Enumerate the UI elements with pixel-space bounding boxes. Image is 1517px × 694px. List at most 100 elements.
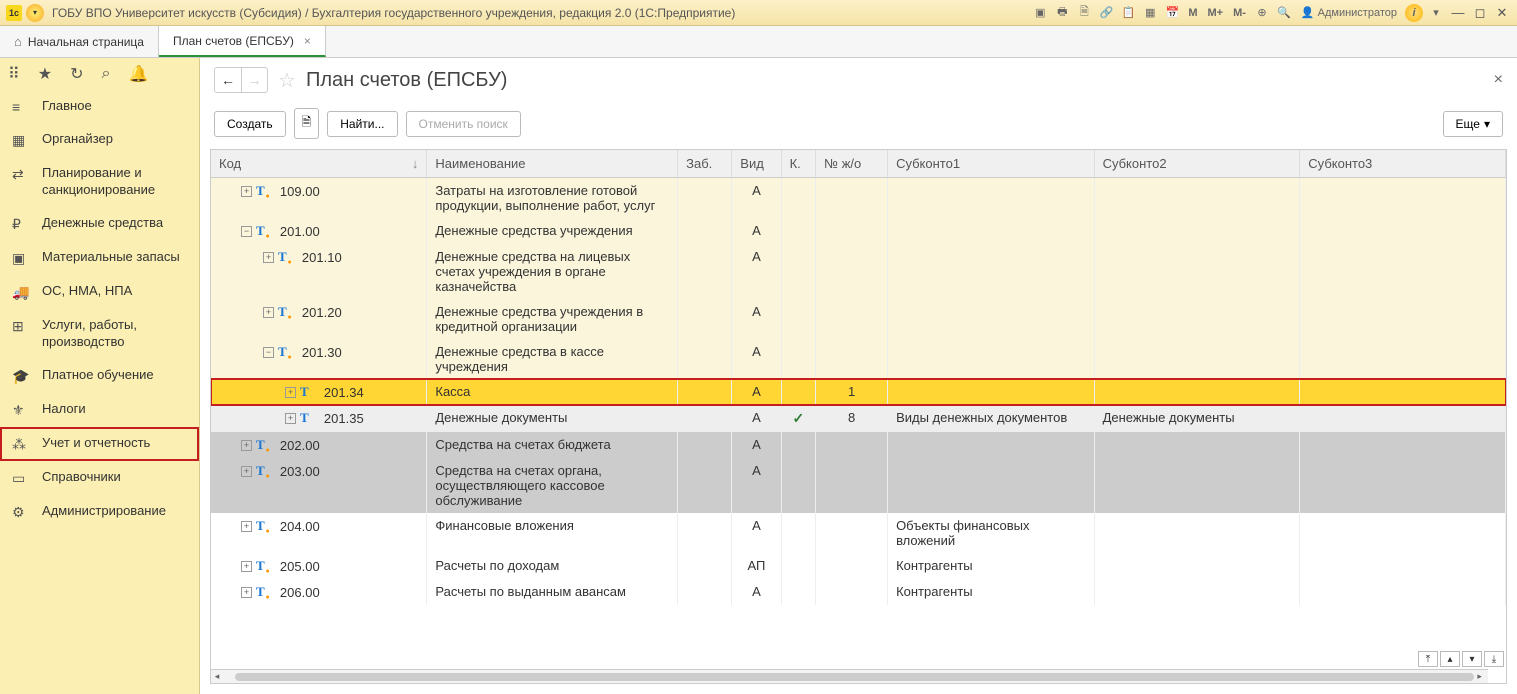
copy-button[interactable]: 🗎: [294, 108, 320, 139]
cell-sub3: [1300, 458, 1506, 513]
notifications-icon[interactable]: 🔔: [128, 64, 148, 84]
check-icon: ✓: [793, 410, 805, 426]
col-zho[interactable]: № ж/о: [816, 150, 888, 178]
col-k[interactable]: К.: [781, 150, 816, 178]
calculator-icon[interactable]: ▦: [1141, 4, 1159, 22]
nav-back-button[interactable]: ←: [215, 68, 241, 92]
table-row[interactable]: + T 201.35Денежные документыА✓8Виды дене…: [211, 405, 1506, 432]
expander-icon[interactable]: +: [241, 440, 252, 451]
close-page-icon[interactable]: ×: [1494, 71, 1503, 89]
calendar-icon[interactable]: 📅: [1163, 4, 1181, 22]
nav-buttons: ← →: [214, 67, 268, 93]
scroll-right-icon[interactable]: ▸: [1474, 671, 1486, 682]
favorites-icon[interactable]: ★: [38, 64, 52, 84]
sidebar-item[interactable]: ⇄Планирование и санкционирование: [0, 157, 199, 207]
expander-icon[interactable]: −: [241, 226, 252, 237]
table-row[interactable]: + T 201.34КассаА1: [211, 379, 1506, 405]
expander-icon[interactable]: +: [241, 561, 252, 572]
col-name[interactable]: Наименование: [427, 150, 678, 178]
expander-icon[interactable]: −: [263, 347, 274, 358]
zoom-icon[interactable]: 🔍: [1275, 4, 1293, 22]
link-icon[interactable]: 🔗: [1097, 4, 1115, 22]
sidebar-item[interactable]: ⚜ Налоги: [0, 393, 199, 427]
table-row[interactable]: + T 204.00Финансовые вложенияАОбъекты фи…: [211, 513, 1506, 553]
sidebar-item[interactable]: ▣Материальные запасы: [0, 241, 199, 275]
col-code[interactable]: Код: [211, 150, 427, 178]
more-button[interactable]: Еще▾: [1443, 111, 1503, 137]
sidebar-item[interactable]: 🎓Платное обучение: [0, 359, 199, 393]
favorite-star-icon[interactable]: ☆: [278, 68, 296, 93]
expander-icon[interactable]: +: [285, 387, 296, 398]
app-menu-dropdown[interactable]: ▾: [26, 4, 44, 22]
sidebar-item[interactable]: ⊞Услуги, работы, производство: [0, 309, 199, 359]
cell-sub3: [1300, 178, 1506, 219]
m-minus-button[interactable]: M-: [1230, 4, 1249, 22]
expander-icon[interactable]: +: [263, 307, 274, 318]
scrollbar-thumb[interactable]: [235, 673, 1474, 681]
close-window-icon[interactable]: ✕: [1493, 4, 1511, 22]
scroll-bottom-button[interactable]: ⤓: [1484, 651, 1504, 667]
expander-icon[interactable]: +: [241, 587, 252, 598]
table-row[interactable]: + T 202.00Средства на счетах бюджетаА: [211, 432, 1506, 458]
table-row[interactable]: + T 203.00Средства на счетах органа, осу…: [211, 458, 1506, 513]
apps-icon[interactable]: ⠿: [8, 64, 20, 84]
cancel-search-button[interactable]: Отменить поиск: [406, 111, 521, 137]
chevron-down-icon: ▾: [1484, 117, 1490, 131]
minimize-icon[interactable]: —: [1449, 4, 1467, 22]
nav-forward-button[interactable]: →: [241, 68, 267, 92]
scroll-left-icon[interactable]: ◂: [211, 671, 223, 682]
expander-icon[interactable]: +: [241, 466, 252, 477]
col-zab[interactable]: Заб.: [678, 150, 732, 178]
scroll-down-button[interactable]: ▾: [1462, 651, 1482, 667]
scroll-up-button[interactable]: ▴: [1440, 651, 1460, 667]
user-badge[interactable]: 👤Администратор: [1297, 4, 1401, 22]
scroll-top-button[interactable]: ⤒: [1418, 651, 1438, 667]
table-row[interactable]: + T 206.00Расчеты по выданным авансамАКо…: [211, 579, 1506, 605]
maximize-icon[interactable]: ◻: [1471, 4, 1489, 22]
find-button[interactable]: Найти...: [327, 111, 397, 137]
sidebar-item[interactable]: ₽Денежные средства: [0, 207, 199, 241]
cell-k: [781, 339, 816, 379]
history-icon[interactable]: ↻: [70, 64, 83, 84]
account-type-icon: T: [256, 437, 265, 453]
sidebar-item[interactable]: ▦Органайзер: [0, 123, 199, 157]
expander-icon[interactable]: +: [241, 186, 252, 197]
toolbar-icon[interactable]: ▣: [1031, 4, 1049, 22]
table-row[interactable]: + T 205.00Расчеты по доходамАПКонтрагент…: [211, 553, 1506, 579]
print-icon[interactable]: 🖶: [1053, 4, 1071, 22]
info-icon[interactable]: i: [1405, 4, 1423, 22]
m-plus-button[interactable]: M+: [1205, 4, 1227, 22]
cell-sub1: [888, 458, 1095, 513]
sidebar-item[interactable]: ⚙Администрирование: [0, 495, 199, 529]
expander-icon[interactable]: +: [263, 252, 274, 263]
clipboard-icon[interactable]: 📋: [1119, 4, 1137, 22]
table-row[interactable]: + T 201.20Денежные средства учреждения в…: [211, 299, 1506, 339]
zoom-in-icon[interactable]: ⊕: [1253, 4, 1271, 22]
sidebar-item[interactable]: ⁂Учет и отчетность: [0, 427, 199, 461]
cell-sub1: [888, 379, 1095, 405]
expander-icon[interactable]: +: [241, 521, 252, 532]
col-sub3[interactable]: Субконто3: [1300, 150, 1506, 178]
info-dropdown[interactable]: ▾: [1427, 4, 1445, 22]
sidebar-item[interactable]: ≡Главное: [0, 90, 199, 123]
table-row[interactable]: + T 201.10Денежные средства на лицевых с…: [211, 244, 1506, 299]
create-button[interactable]: Создать: [214, 111, 286, 137]
expander-icon[interactable]: +: [285, 413, 296, 424]
table-row[interactable]: − T 201.30Денежные средства в кассе учре…: [211, 339, 1506, 379]
col-vid[interactable]: Вид: [732, 150, 781, 178]
document-icon[interactable]: 🗎: [1075, 4, 1093, 22]
horizontal-scrollbar[interactable]: ◂ ▸: [211, 669, 1488, 683]
tab-home[interactable]: ⌂ Начальная страница: [0, 26, 159, 57]
sidebar-item-label: Налоги: [42, 401, 86, 418]
sidebar-item[interactable]: 🚚ОС, НМА, НПА: [0, 275, 199, 309]
search-icon[interactable]: ⌕: [101, 65, 110, 83]
sidebar-item[interactable]: ▭Справочники: [0, 461, 199, 495]
col-sub2[interactable]: Субконто2: [1094, 150, 1300, 178]
tab-chart-of-accounts[interactable]: План счетов (ЕПСБУ) ×: [159, 26, 326, 57]
table-row[interactable]: − T 201.00Денежные средства учрежденияА: [211, 218, 1506, 244]
m-button[interactable]: M: [1185, 4, 1200, 22]
sidebar-item-icon: ⚜: [12, 402, 30, 419]
col-sub1[interactable]: Субконто1: [888, 150, 1095, 178]
tab-close-icon[interactable]: ×: [304, 34, 311, 48]
table-row[interactable]: + T 109.00Затраты на изготовление готово…: [211, 178, 1506, 219]
